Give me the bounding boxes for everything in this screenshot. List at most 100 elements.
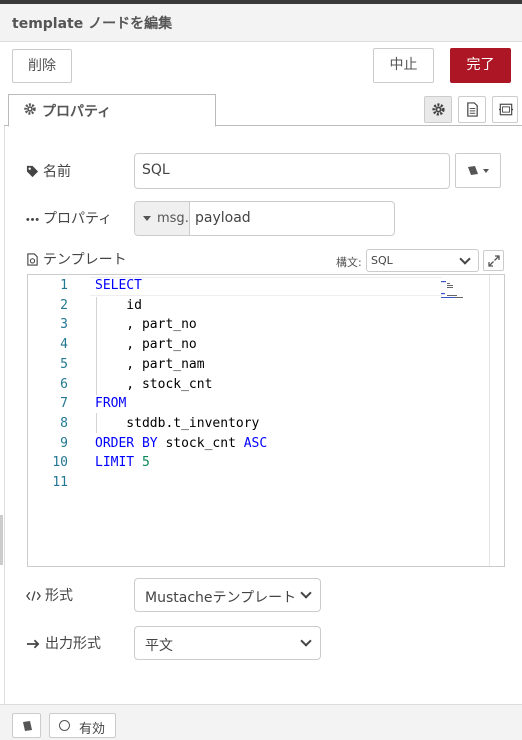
code-line[interactable]: 7 FROM	[28, 394, 504, 414]
code-line[interactable]: 11	[28, 473, 504, 493]
template-label: テンプレート	[26, 249, 127, 269]
line-number: 5	[60, 356, 68, 372]
sql-number: 5	[141, 455, 150, 471]
ellipsis-icon	[26, 217, 39, 221]
format-select[interactable]: Mustacheテンプレート	[134, 578, 321, 612]
arrow-right-icon	[26, 639, 40, 649]
expand-icon	[488, 255, 500, 267]
circle-icon	[59, 720, 70, 731]
editor-minimap	[441, 281, 463, 298]
code-text: FROM	[95, 394, 126, 414]
type-selector[interactable]: msg.	[135, 202, 190, 235]
tab-properties[interactable]: プロパティ	[8, 94, 216, 127]
done-button[interactable]: 完了	[450, 48, 511, 83]
code-text: , stock_cnt	[95, 375, 212, 395]
output-value: 平文	[145, 638, 173, 654]
cancel-button[interactable]: 中止	[373, 48, 434, 83]
code-line[interactable]: 6 , stock_cnt	[28, 375, 504, 395]
property-label: プロパティ	[26, 208, 112, 228]
node-name-dictionary-button[interactable]	[455, 153, 501, 188]
code-line[interactable]: 4 , part_no	[28, 335, 504, 355]
panel-left-border	[4, 126, 5, 704]
output-label: 出力形式	[26, 633, 101, 653]
dialog-title: template ノードを編集	[12, 16, 173, 32]
chevron-down-icon	[300, 635, 312, 647]
document-icon	[467, 102, 478, 117]
sql-text: stock_cnt	[157, 435, 244, 451]
node-appearance-icon	[499, 103, 513, 116]
template-file-icon	[27, 253, 38, 266]
book-icon	[468, 166, 489, 175]
tab-properties-label: プロパティ	[42, 104, 112, 120]
format-label: 形式	[26, 585, 73, 605]
property-value[interactable]: payload	[195, 210, 251, 226]
delete-button[interactable]: 削除	[12, 49, 72, 83]
name-input[interactable]: SQL	[134, 153, 450, 189]
chevron-down-icon	[300, 587, 312, 599]
settings-tab-button[interactable]	[424, 96, 452, 123]
code-text: LIMIT 5	[95, 453, 150, 473]
sql-text: , part_nam	[95, 356, 205, 372]
tag-icon	[26, 165, 39, 178]
line-number: 7	[60, 396, 68, 412]
format-value: Mustacheテンプレート	[145, 590, 297, 606]
property-typed-input[interactable]: msg. payload	[134, 201, 395, 236]
format-label-text: 形式	[45, 588, 73, 604]
template-editor[interactable]: 1 SELECT 2 id 3 , part_no 4 , part_no 5 , par…	[27, 274, 505, 567]
name-label-text: 名前	[43, 164, 71, 180]
code-text: stddb.t_inventory	[95, 414, 259, 434]
code-line[interactable]: 2 id	[28, 296, 504, 316]
line-number: 1	[60, 278, 68, 293]
code-line[interactable]: 5 , part_nam	[28, 355, 504, 375]
dialog-footer: 有効	[0, 704, 522, 740]
property-label-text: プロパティ	[43, 211, 113, 227]
code-text: , part_no	[95, 315, 197, 335]
output-label-text: 出力形式	[45, 636, 101, 652]
description-tab-button[interactable]	[458, 96, 486, 123]
line-number: 10	[52, 455, 68, 471]
resize-handle[interactable]	[0, 515, 3, 565]
code-line[interactable]: 10 LIMIT 5	[28, 453, 504, 473]
sql-keyword: ASC	[243, 435, 268, 451]
editor-scrollbar[interactable]	[489, 275, 490, 566]
line-number: 11	[52, 475, 68, 490]
code-icon	[26, 591, 41, 601]
enabled-toggle[interactable]: 有効	[49, 713, 116, 738]
code-text: id	[95, 296, 142, 316]
code-line[interactable]: 8 stddb.t_inventory	[28, 414, 504, 434]
appearance-tab-button[interactable]	[492, 96, 518, 123]
enabled-label: 有効	[79, 722, 106, 737]
book-icon	[23, 721, 32, 731]
code-text: , part_nam	[95, 355, 205, 375]
syntax-label: 構文:	[336, 256, 362, 269]
code-line[interactable]: 3 , part_no	[28, 315, 504, 335]
sql-text: stddb.t_inventory	[95, 415, 260, 431]
caret-down-icon	[143, 216, 151, 221]
name-label: 名前	[26, 161, 71, 181]
sql-text: , part_no	[95, 337, 197, 353]
line-number: 4	[60, 337, 68, 353]
gear-icon	[24, 103, 36, 115]
line-number: 6	[60, 376, 68, 392]
dialog-header: template ノードを編集	[0, 4, 522, 42]
line-number: 8	[60, 415, 68, 431]
code-text: ORDER BY stock_cnt ASC	[95, 434, 267, 454]
sql-text: id	[95, 297, 142, 313]
expand-editor-button[interactable]	[483, 250, 504, 271]
chevron-down-icon	[459, 253, 471, 265]
syntax-select[interactable]: SQL	[366, 249, 479, 272]
gear-icon	[432, 103, 445, 116]
code-text: , part_no	[95, 335, 197, 355]
syntax-value: SQL	[371, 254, 393, 267]
help-button[interactable]	[12, 713, 41, 738]
sql-text: , part_no	[95, 317, 197, 333]
line-number: 9	[60, 435, 68, 451]
code-line[interactable]: 9 ORDER BY stock_cnt ASC	[28, 434, 504, 454]
sql-keyword: ORDER BY	[95, 435, 158, 451]
output-format-select[interactable]: 平文	[134, 626, 321, 660]
code-line[interactable]: 1 SELECT	[28, 276, 504, 296]
line-number: 2	[60, 297, 68, 313]
sql-keyword: SELECT	[95, 278, 142, 293]
template-label-text: テンプレート	[43, 252, 127, 268]
